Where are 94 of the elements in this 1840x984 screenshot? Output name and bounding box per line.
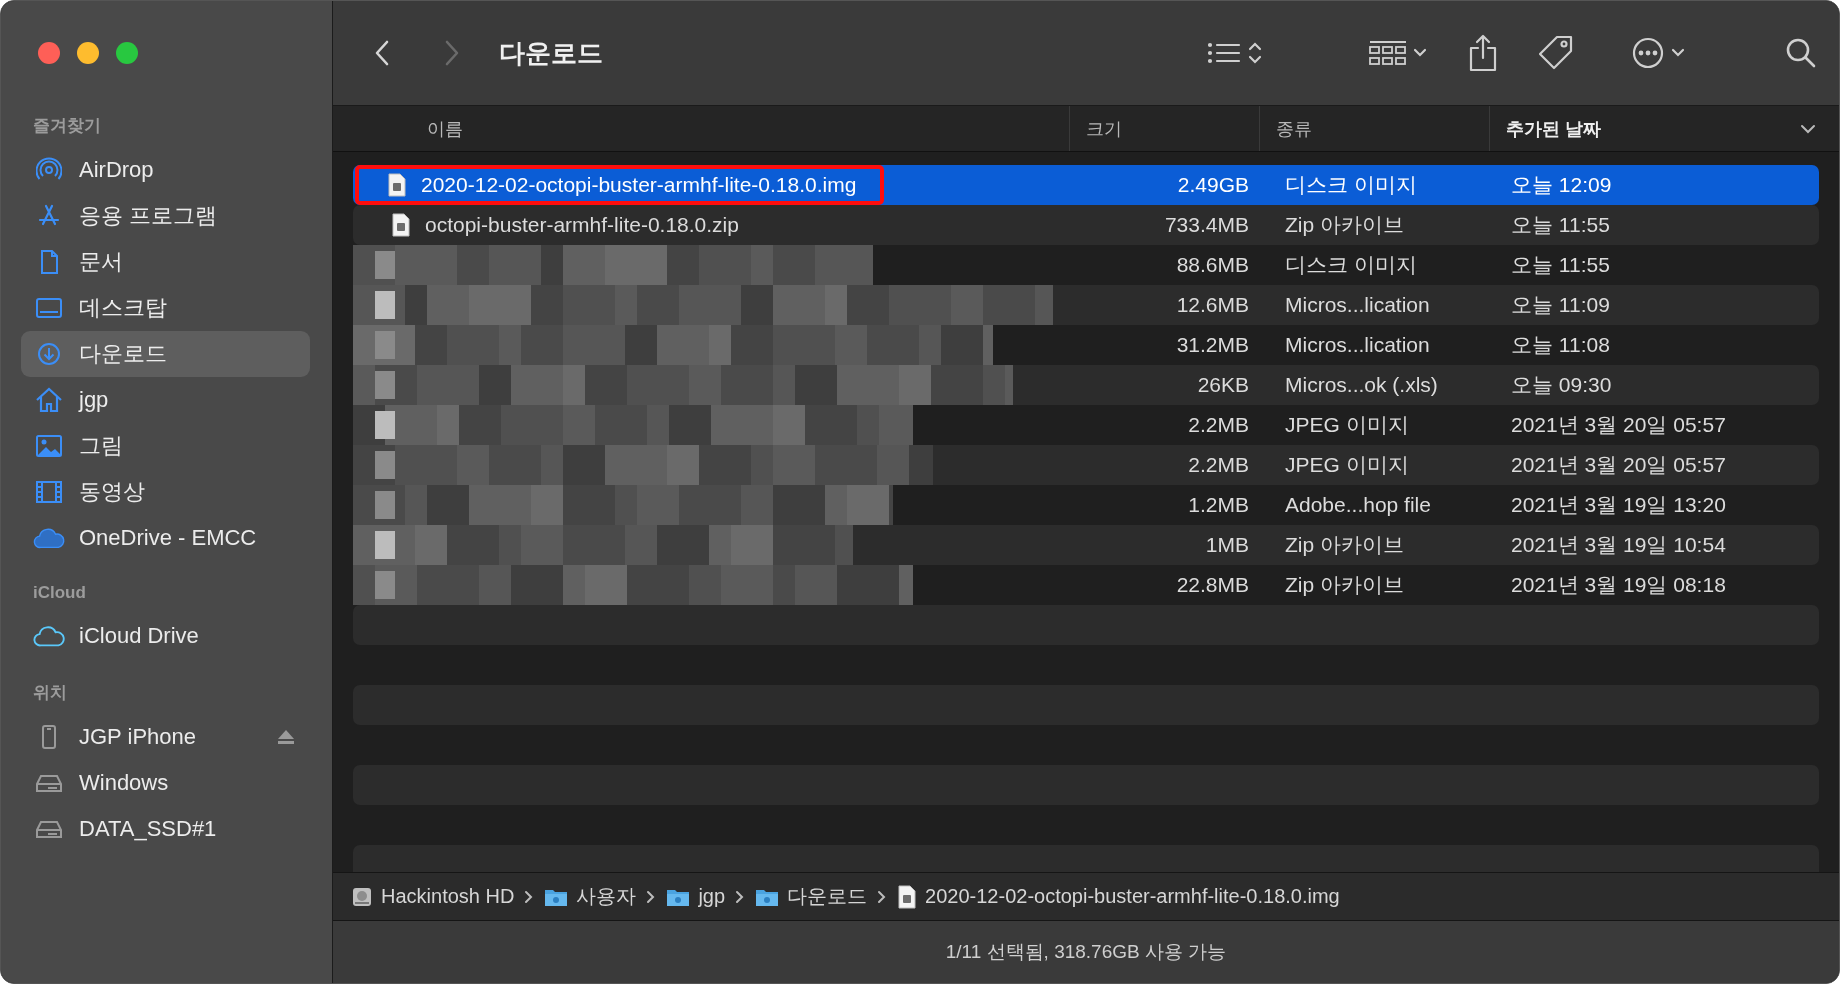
file-row[interactable]: 31.2MB Micros...lication 오늘 11:08 <box>353 325 1819 365</box>
date-cell-text: 2021년 3월 20일 05:57 <box>1510 412 1727 438</box>
sidebar-item[interactable]: 다운로드 <box>21 331 310 377</box>
size-cell-text: 2.49GB <box>1176 173 1250 197</box>
sidebar-item[interactable]: JGP iPhone <box>21 714 310 760</box>
date-cell-text: 오늘 11:55 <box>1510 212 1611 238</box>
sidebar-item[interactable]: iCloud Drive <box>21 613 310 659</box>
file-row[interactable]: 22.8MB Zip 아카이브 2021년 3월 19일 08:18 <box>353 565 1819 605</box>
date-cell-text: 오늘 11:08 <box>1510 332 1611 358</box>
file-row[interactable]: 2.2MB JPEG 이미지 2021년 3월 20일 05:57 <box>353 445 1819 485</box>
size-cell-text: 31.2MB <box>1175 333 1250 357</box>
zoom-button[interactable] <box>116 42 138 64</box>
size-cell-text: 26KB <box>1196 373 1250 397</box>
status-text: 1/11 선택됨, 318.76GB 사용 가능 <box>945 940 1227 964</box>
file-icon <box>897 884 918 909</box>
minimize-button[interactable] <box>77 42 99 64</box>
path-item[interactable]: 다운로드 <box>755 883 868 910</box>
date-cell-text: 2021년 3월 19일 08:18 <box>1510 572 1727 598</box>
size-cell-text: 1MB <box>1204 533 1250 557</box>
outlined-file-name: 2020-12-02-octopi-buster-armhf-lite-0.18.0.img <box>355 165 885 205</box>
file-row[interactable]: 26KB Micros...ok (.xls) 오늘 09:30 <box>353 365 1819 405</box>
cloud-icon <box>33 624 65 648</box>
tag-button[interactable] <box>1537 34 1575 72</box>
size-cell-text: 1.2MB <box>1187 493 1250 517</box>
chevron-icon <box>524 889 535 904</box>
column-header[interactable]: 이름 <box>427 116 463 141</box>
date-cell-text: 오늘 11:09 <box>1510 292 1611 318</box>
kind-cell-text: Zip 아카이브 <box>1284 532 1405 558</box>
sidebar-item[interactable]: 데스크탑 <box>21 285 310 331</box>
date-cell-text: 오늘 12:09 <box>1510 172 1613 198</box>
kind-cell-text: Adobe...hop file <box>1284 493 1432 517</box>
file-row[interactable]: 1.2MB Adobe...hop file 2021년 3월 19일 13:20 <box>353 485 1819 525</box>
path-item[interactable]: Hackintosh HD <box>351 885 515 908</box>
window-title: 다운로드 <box>499 36 603 70</box>
date-cell-text: 2021년 3월 19일 13:20 <box>1510 492 1727 518</box>
sort-chevron-icon[interactable] <box>1799 122 1817 135</box>
sidebar-item[interactable]: 응용 프로그램 <box>21 193 310 239</box>
kind-cell-text: Micros...lication <box>1284 333 1431 357</box>
sidebar-item[interactable]: AirDrop <box>21 147 310 193</box>
search-button[interactable] <box>1785 37 1817 69</box>
sidebar-item[interactable]: OneDrive - EMCC <box>21 515 310 561</box>
kind-cell-text: JPEG 이미지 <box>1284 412 1410 438</box>
size-cell-text: 2.2MB <box>1187 413 1250 437</box>
close-button[interactable] <box>38 42 60 64</box>
size-cell-text: 22.8MB <box>1175 573 1250 597</box>
sidebar-item[interactable]: Windows <box>21 760 310 806</box>
sidebar-section-header: iCloud <box>32 583 87 603</box>
sidebar-section-header: 위치 <box>32 682 68 704</box>
film-icon <box>33 479 65 505</box>
sidebar-item[interactable]: 동영상 <box>21 469 310 515</box>
kind-cell-text: JPEG 이미지 <box>1284 452 1410 478</box>
more-button[interactable] <box>1631 35 1687 71</box>
size-cell-text: 2.2MB <box>1187 453 1250 477</box>
date-cell-text: 오늘 11:55 <box>1510 252 1611 278</box>
path-item[interactable]: 사용자 <box>544 883 637 910</box>
file-row[interactable]: 2.2MB JPEG 이미지 2021년 3월 20일 05:57 <box>353 405 1819 445</box>
path-item[interactable]: 2020-12-02-octopi-buster-armhf-lite-0.18.0.img <box>897 884 1340 909</box>
kind-cell-text: Micros...lication <box>1284 293 1431 317</box>
image-icon <box>33 433 65 459</box>
kind-cell-text: Zip 아카이브 <box>1284 572 1405 598</box>
date-cell-text: 2021년 3월 20일 05:57 <box>1510 452 1727 478</box>
size-cell-text: 733.4MB <box>1163 213 1250 237</box>
share-button[interactable] <box>1467 33 1499 73</box>
file-name: octopi-buster-armhf-lite-0.18.0.zip <box>353 205 739 245</box>
column-header[interactable]: 크기 <box>1086 116 1122 141</box>
column-header[interactable]: 추가된 날짜 <box>1506 116 1601 141</box>
kind-cell-text: Micros...ok (.xls) <box>1284 373 1439 397</box>
size-cell-text: 88.6MB <box>1175 253 1250 277</box>
sidebar-item[interactable]: jgp <box>21 377 310 423</box>
size-cell-text: 12.6MB <box>1175 293 1250 317</box>
file-icon <box>387 173 407 197</box>
sidebar-item[interactable]: 문서 <box>21 239 310 285</box>
chevron-icon <box>735 889 746 904</box>
date-cell-text: 오늘 09:30 <box>1510 372 1613 398</box>
kind-cell-text: 디스크 이미지 <box>1284 172 1418 198</box>
file-icon <box>391 213 411 237</box>
column-header[interactable]: 종류 <box>1276 116 1312 141</box>
file-row[interactable]: 12.6MB Micros...lication 오늘 11:09 <box>353 285 1819 325</box>
cloud-icon <box>33 526 65 550</box>
chevron-icon <box>877 889 888 904</box>
chevron-icon <box>646 889 657 904</box>
desktop-icon <box>33 295 65 321</box>
sidebar-item[interactable]: DATA_SSD#1 <box>21 806 310 852</box>
date-cell-text: 2021년 3월 19일 10:54 <box>1510 532 1727 558</box>
file-row[interactable]: 2020-12-02-octopi-buster-armhf-lite-0.18.0.img 2.49GB 디스크 이미지 오늘 12:09 <box>353 165 1819 205</box>
file-row[interactable]: 88.6MB 디스크 이미지 오늘 11:55 <box>353 245 1819 285</box>
sidebar-item[interactable]: 그림 <box>21 423 310 469</box>
kind-cell-text: 디스크 이미지 <box>1284 252 1418 278</box>
file-row[interactable]: octopi-buster-armhf-lite-0.18.0.zip 733.4MB Zip 아카이브 오늘 11:55 <box>353 205 1819 245</box>
kind-cell-text: Zip 아카이브 <box>1284 212 1405 238</box>
eject-icon[interactable] <box>276 729 296 745</box>
file-row[interactable]: 1MB Zip 아카이브 2021년 3월 19일 10:54 <box>353 525 1819 565</box>
sidebar-section-header: 즐겨찾기 <box>32 115 102 137</box>
path-item[interactable]: jgp <box>666 885 726 908</box>
